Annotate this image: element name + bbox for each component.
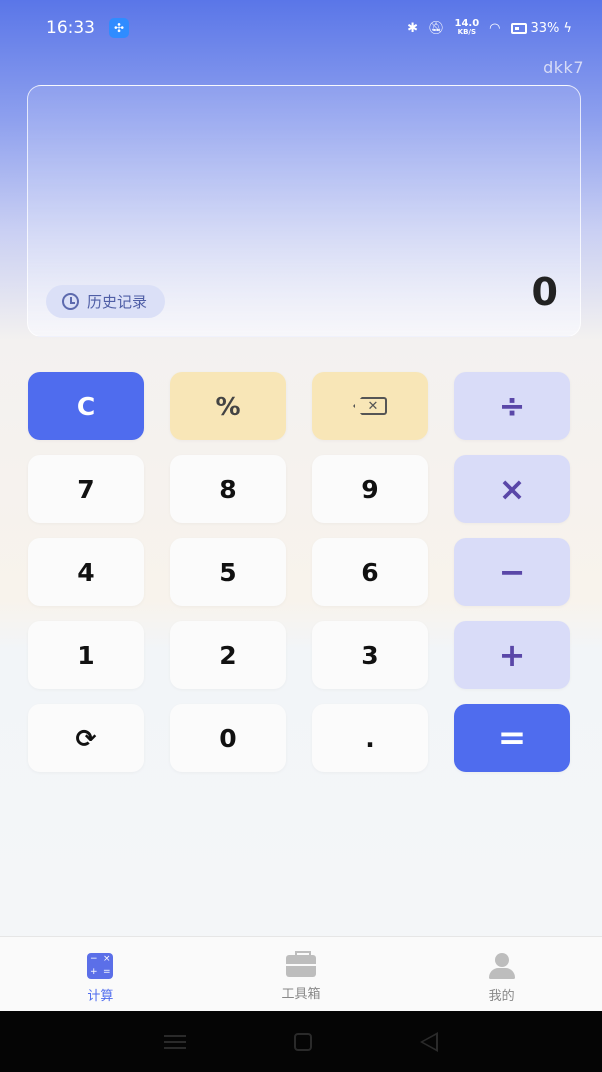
divide-label: ÷ [498,387,526,425]
digit-8-button[interactable]: 8 [170,455,286,523]
digit-9-label: 9 [361,474,379,504]
history-button-label: 历史记录 [87,293,148,311]
bluetooth-icon: ✱ [407,20,418,36]
digit-7-label: 7 [77,474,95,504]
result-value: 0 [531,270,558,314]
calculator-icon: − × + = [87,953,114,979]
nav-item-toolbox[interactable]: 工具箱 [201,937,402,1011]
digit-3-label: 3 [361,640,379,670]
nav-label-mine: 我的 [488,989,515,1004]
decimal-button[interactable]: . [312,704,428,772]
add-button[interactable]: + [454,621,570,689]
nav-item-mine[interactable]: 我的 [401,937,602,1011]
digit-4-button[interactable]: 4 [28,538,144,606]
bottom-navigation: − × + = 计算 工具箱 我的 [0,936,602,1011]
battery-level: 33% [530,20,560,36]
digit-0-button[interactable]: 0 [170,704,286,772]
subtract-label: − [498,553,526,591]
charging-icon: ϟ [563,20,572,36]
network-speed: 14.0 KB/S [454,19,479,37]
status-bar: 16:33 ✣ ✱ 🔕︎ 14.0 KB/S ◠ 33% ϟ [0,0,602,56]
add-label: + [498,636,526,674]
equals-label: = [497,718,527,758]
digit-4-label: 4 [77,557,95,587]
clock-icon [62,293,79,310]
digit-9-button[interactable]: 9 [312,455,428,523]
decimal-label: . [365,723,375,753]
digit-5-label: 5 [219,557,237,587]
multiply-label: × [498,470,526,508]
back-icon[interactable] [420,1031,438,1052]
subtract-button[interactable]: − [454,538,570,606]
battery-indicator: 33% ϟ [510,20,572,36]
nav-label-toolbox: 工具箱 [281,987,321,1002]
digit-2-label: 2 [219,640,237,670]
digit-2-button[interactable]: 2 [170,621,286,689]
digit-3-button[interactable]: 3 [312,621,428,689]
nav-item-calculate[interactable]: − × + = 计算 [0,937,201,1011]
system-navigation-bar [0,1011,602,1072]
toolbox-icon [286,951,316,977]
digit-8-label: 8 [219,474,237,504]
home-icon[interactable] [294,1032,312,1051]
equals-button[interactable]: = [454,704,570,772]
multiply-button[interactable]: × [454,455,570,523]
status-time: 16:33 [46,18,95,38]
digit-6-label: 6 [361,557,379,587]
clear-button[interactable]: C [28,372,144,440]
menu-icon[interactable] [164,1034,186,1049]
digit-6-button[interactable]: 6 [312,538,428,606]
keypad: C% ✕ ÷ 7 8 9 × 4 5 6 − 1 2 3 + ⟳ 0. = [28,372,574,772]
backspace-button[interactable]: ✕ [312,372,428,440]
backspace-icon: ✕ [353,397,387,415]
mute-bell-icon: 🔕︎ [427,20,445,36]
calculator-display: 历史记录 0 [27,85,581,337]
user-icon [488,953,516,979]
refresh-button[interactable]: ⟳ [28,704,144,772]
network-speed-value: 14.0 [454,18,480,29]
battery-icon [510,22,527,34]
app-notification-icon: ✣ [109,18,129,38]
digit-7-button[interactable]: 7 [28,455,144,523]
network-speed-unit: KB/S [457,28,476,36]
clear-label: C [76,391,96,421]
percent-button[interactable]: % [170,372,286,440]
refresh-label: ⟳ [75,723,97,753]
digit-5-button[interactable]: 5 [170,538,286,606]
percent-label: % [215,391,241,421]
history-button[interactable]: 历史记录 [46,285,166,318]
digit-1-label: 1 [77,640,95,670]
username-label: dkk7 [543,58,584,77]
wifi-icon: ◠ [489,20,501,36]
nav-label-calculate: 计算 [87,989,114,1004]
digit-0-label: 0 [219,723,237,753]
digit-1-button[interactable]: 1 [28,621,144,689]
divide-button[interactable]: ÷ [454,372,570,440]
